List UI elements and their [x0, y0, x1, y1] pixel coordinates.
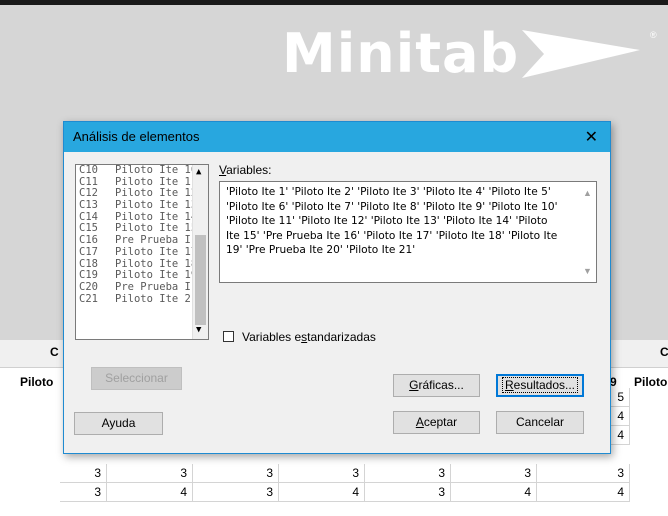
- results-button[interactable]: Resultados...: [496, 374, 584, 397]
- table-cell[interactable]: 3: [451, 464, 537, 483]
- variable-column-id: C21: [79, 293, 98, 305]
- variable-list-item[interactable]: C20 Pre Prueba I: [76, 282, 208, 294]
- table-cell[interactable]: 4: [537, 483, 630, 502]
- variable-column-id: C10: [79, 165, 98, 176]
- graphs-button[interactable]: Gráficas...: [393, 374, 480, 397]
- variable-list[interactable]: C10 Piloto Ite 10 C11 Piloto Ite 11 C12 Pilot…: [75, 164, 209, 340]
- table-cell[interactable]: 3: [193, 464, 279, 483]
- variable-list-item[interactable]: C16 Pre Prueba I: [76, 235, 208, 247]
- field-scroll-down-icon[interactable]: ▼: [583, 266, 592, 276]
- ok-button[interactable]: Aceptar: [393, 411, 480, 434]
- variable-list-item[interactable]: C12 Piloto Ite 12: [76, 188, 208, 200]
- variable-list-item[interactable]: C17 Piloto Ite 17: [76, 247, 208, 259]
- column-header[interactable]: C: [660, 344, 668, 360]
- variable-name: Piloto Ite 10: [115, 165, 198, 176]
- scroll-thumb[interactable]: [195, 235, 206, 325]
- variable-name: Piloto Ite 15: [115, 223, 198, 235]
- dialog-title: Análisis de elementos: [73, 129, 200, 144]
- variable-column-id: C13: [79, 200, 98, 212]
- variable-list-item[interactable]: C15 Piloto Ite 15: [76, 223, 208, 235]
- variable-name: Piloto Ite 21: [115, 293, 198, 305]
- registered-mark: ®: [650, 30, 657, 40]
- variable-name: Piloto Ite 14: [115, 211, 198, 223]
- variable-column-id: C16: [79, 235, 98, 247]
- variables-label: Variables:: [219, 163, 272, 177]
- help-button[interactable]: Ayuda: [74, 412, 163, 435]
- variable-list-item[interactable]: C18 Piloto Ite 18: [76, 259, 208, 271]
- variable-column-id: C11: [79, 176, 98, 188]
- field-scroll-up-icon[interactable]: ▲: [583, 188, 592, 198]
- table-cell[interactable]: 3: [107, 464, 193, 483]
- variable-column-id: C20: [79, 281, 98, 293]
- variable-list-item[interactable]: C11 Piloto Ite 11: [76, 177, 208, 189]
- variable-name: Pre Prueba I: [115, 281, 191, 293]
- variable-name: Piloto Ite 17: [115, 246, 198, 258]
- variable-column-id: C19: [79, 270, 98, 282]
- variable-list-item[interactable]: C14 Piloto Ite 14: [76, 212, 208, 224]
- standardized-label: Variables estandarizadas: [242, 330, 376, 344]
- variable-list-item[interactable]: C10 Piloto Ite 10: [76, 165, 208, 177]
- cancel-button[interactable]: Cancelar: [496, 411, 584, 434]
- table-cell[interactable]: 3: [365, 483, 451, 502]
- table-cell[interactable]: 3: [60, 464, 107, 483]
- standardized-checkbox[interactable]: [223, 331, 234, 342]
- table-cell[interactable]: 4: [451, 483, 537, 502]
- variables-field-scrollbar[interactable]: ▲ ▼: [579, 182, 596, 282]
- variable-name: Piloto Ite 13: [115, 200, 198, 212]
- variable-list-item[interactable]: C13 Piloto Ite 13: [76, 200, 208, 212]
- close-icon[interactable]: ✕: [585, 127, 598, 147]
- variable-list-item[interactable]: C21 Piloto Ite 21: [76, 294, 208, 306]
- table-cell[interactable]: 4: [279, 483, 365, 502]
- variable-column-id: C14: [79, 211, 98, 223]
- variable-column-id: C17: [79, 246, 98, 258]
- item-analysis-dialog: Análisis de elementos ✕ C10 Piloto Ite 10…: [63, 121, 611, 454]
- select-button[interactable]: Seleccionar: [91, 367, 182, 390]
- table-cell[interactable]: 3: [537, 464, 630, 483]
- scroll-down-icon[interactable]: ▼: [196, 325, 201, 335]
- variable-name: Piloto Ite 19: [115, 270, 198, 282]
- table-cell[interactable]: 3: [365, 464, 451, 483]
- minitab-logo-text: Minitab: [282, 22, 520, 85]
- variables-field[interactable]: 'Piloto Ite 1' 'Piloto Ite 2' 'Piloto It…: [219, 181, 597, 283]
- column-header[interactable]: C: [50, 344, 59, 360]
- variables-field-value: 'Piloto Ite 1' 'Piloto Ite 2' 'Piloto It…: [226, 186, 558, 257]
- table-cell[interactable]: 3: [279, 464, 365, 483]
- column-header[interactable]: Piloto: [634, 374, 667, 390]
- play-arrow-logo: [522, 30, 640, 78]
- variable-name: Piloto Ite 11: [115, 176, 198, 188]
- dialog-titlebar: Análisis de elementos ✕: [64, 122, 610, 152]
- variable-list-scrollbar[interactable]: ▲ ▼: [192, 165, 208, 339]
- table-cell[interactable]: 4: [107, 483, 193, 502]
- variable-name: Piloto Ite 18: [115, 258, 198, 270]
- variable-name: Piloto Ite 12: [115, 188, 198, 200]
- column-header[interactable]: Piloto: [20, 374, 53, 390]
- variable-column-id: C18: [79, 258, 98, 270]
- table-cell[interactable]: 3: [193, 483, 279, 502]
- variable-list-item[interactable]: C19 Piloto Ite 19: [76, 270, 208, 282]
- variable-column-id: C12: [79, 188, 98, 200]
- variable-column-id: C15: [79, 223, 98, 235]
- scroll-up-icon[interactable]: ▲: [196, 167, 201, 177]
- variable-name: Pre Prueba I: [115, 235, 191, 247]
- table-cell[interactable]: 3: [60, 483, 107, 502]
